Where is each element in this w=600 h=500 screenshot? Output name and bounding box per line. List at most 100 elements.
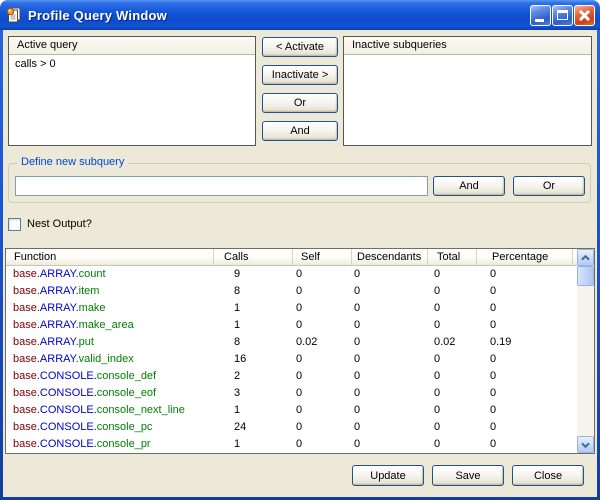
- total-cell: 0.02: [428, 334, 477, 351]
- function-method: console_pr: [97, 438, 151, 450]
- column-header-self[interactable]: Self: [293, 249, 352, 265]
- total-cell: 0: [428, 402, 477, 419]
- table-scrollbar[interactable]: [577, 249, 594, 453]
- inactive-subqueries-list[interactable]: [344, 55, 591, 145]
- function-package: base.: [13, 353, 40, 365]
- table-row[interactable]: base.CONSOLE.console_pr 1 0 0 0 0: [6, 436, 577, 453]
- function-class: ARRAY.: [40, 353, 79, 365]
- total-cell: 0: [428, 317, 477, 334]
- table-row[interactable]: base.CONSOLE.console_def 2 0 0 0 0: [6, 368, 577, 385]
- table-row[interactable]: base.ARRAY.make 1 0 0 0 0: [6, 300, 577, 317]
- self-cell: 0: [293, 402, 352, 419]
- or-button[interactable]: Or: [262, 93, 338, 113]
- minimize-button[interactable]: [530, 5, 551, 26]
- calls-cell: 9: [214, 266, 293, 283]
- function-package: base.: [13, 302, 40, 314]
- function-class: ARRAY.: [40, 285, 79, 297]
- close-dialog-button[interactable]: Close: [512, 465, 584, 486]
- save-button[interactable]: Save: [432, 465, 504, 486]
- column-header-function[interactable]: Function: [6, 249, 214, 265]
- scroll-thumb[interactable]: [577, 266, 594, 286]
- descendants-cell: 0: [352, 317, 428, 334]
- column-header-descendants[interactable]: Descendants: [352, 249, 428, 265]
- calls-cell: 8: [214, 283, 293, 300]
- scroll-up-button[interactable]: [577, 249, 594, 266]
- minimize-icon: [535, 19, 544, 22]
- descendants-cell: 0: [352, 385, 428, 402]
- percentage-cell: 0: [477, 266, 573, 283]
- table-row[interactable]: base.CONSOLE.console_pc 24 0 0 0 0: [6, 419, 577, 436]
- function-package: base.: [13, 336, 40, 348]
- self-cell: 0: [293, 266, 352, 283]
- function-package: base.: [13, 370, 40, 382]
- function-cell: base.ARRAY.make_area: [6, 317, 214, 334]
- descendants-cell: 0: [352, 368, 428, 385]
- app-icon: [6, 7, 22, 23]
- scroll-down-button[interactable]: [577, 436, 594, 453]
- calls-cell: 1: [214, 300, 293, 317]
- subquery-input[interactable]: [15, 176, 428, 196]
- function-table: Function Calls Self Descendants Total Pe…: [5, 248, 595, 454]
- calls-cell: 1: [214, 436, 293, 453]
- total-cell: 0: [428, 351, 477, 368]
- function-method: put: [79, 336, 94, 348]
- update-button[interactable]: Update: [352, 465, 424, 486]
- function-class: ARRAY.: [40, 319, 79, 331]
- table-row[interactable]: base.ARRAY.item 8 0 0 0 0: [6, 283, 577, 300]
- self-cell: 0: [293, 436, 352, 453]
- column-header-calls[interactable]: Calls: [214, 249, 293, 265]
- inactivate-button[interactable]: Inactivate >: [262, 65, 338, 85]
- total-cell: 0: [428, 300, 477, 317]
- descendants-cell: 0: [352, 351, 428, 368]
- descendants-cell: 0: [352, 334, 428, 351]
- close-button[interactable]: [574, 5, 595, 26]
- percentage-cell: 0: [477, 436, 573, 453]
- and-button[interactable]: And: [262, 121, 338, 141]
- column-header-total[interactable]: Total: [428, 249, 477, 265]
- function-method: console_pc: [97, 421, 153, 433]
- function-class: CONSOLE.: [40, 421, 97, 433]
- percentage-cell: 0: [477, 300, 573, 317]
- self-cell: 0: [293, 317, 352, 334]
- column-header-percentage[interactable]: Percentage: [477, 249, 573, 265]
- self-cell: 0.02: [293, 334, 352, 351]
- chevron-up-icon: [581, 255, 590, 261]
- active-query-list[interactable]: calls > 0: [9, 55, 255, 145]
- table-row[interactable]: base.ARRAY.count 9 0 0 0 0: [6, 266, 577, 283]
- function-method: make: [79, 302, 106, 314]
- function-class: ARRAY.: [40, 336, 79, 348]
- function-class: CONSOLE.: [40, 438, 97, 450]
- percentage-cell: 0: [477, 368, 573, 385]
- chevron-down-icon: [581, 442, 590, 448]
- function-cell: base.ARRAY.valid_index: [6, 351, 214, 368]
- calls-cell: 3: [214, 385, 293, 402]
- active-query-panel: Active query calls > 0: [8, 36, 256, 146]
- function-method: count: [79, 268, 106, 280]
- function-class: CONSOLE.: [40, 404, 97, 416]
- function-cell: base.CONSOLE.console_pc: [6, 419, 214, 436]
- percentage-cell: 0: [477, 385, 573, 402]
- subquery-and-button[interactable]: And: [433, 176, 505, 196]
- nest-output-checkbox[interactable]: [8, 218, 21, 231]
- active-query-item[interactable]: calls > 0: [9, 55, 255, 70]
- function-class: ARRAY.: [40, 268, 79, 280]
- table-row[interactable]: base.ARRAY.make_area 1 0 0 0 0: [6, 317, 577, 334]
- self-cell: 0: [293, 300, 352, 317]
- total-cell: 0: [428, 283, 477, 300]
- table-row[interactable]: base.ARRAY.put 8 0.02 0 0.02 0.19: [6, 334, 577, 351]
- descendants-cell: 0: [352, 266, 428, 283]
- percentage-cell: 0: [477, 402, 573, 419]
- self-cell: 0: [293, 283, 352, 300]
- subquery-or-button[interactable]: Or: [513, 176, 585, 196]
- maximize-button[interactable]: [552, 5, 573, 26]
- function-method: console_next_line: [97, 404, 185, 416]
- table-row[interactable]: base.ARRAY.valid_index 16 0 0 0 0: [6, 351, 577, 368]
- calls-cell: 24: [214, 419, 293, 436]
- descendants-cell: 0: [352, 300, 428, 317]
- function-cell: base.CONSOLE.console_eof: [6, 385, 214, 402]
- function-method: console_eof: [97, 387, 156, 399]
- activate-button[interactable]: < Activate: [262, 37, 338, 57]
- table-row[interactable]: base.CONSOLE.console_next_line 1 0 0 0 0: [6, 402, 577, 419]
- calls-cell: 16: [214, 351, 293, 368]
- table-row[interactable]: base.CONSOLE.console_eof 3 0 0 0 0: [6, 385, 577, 402]
